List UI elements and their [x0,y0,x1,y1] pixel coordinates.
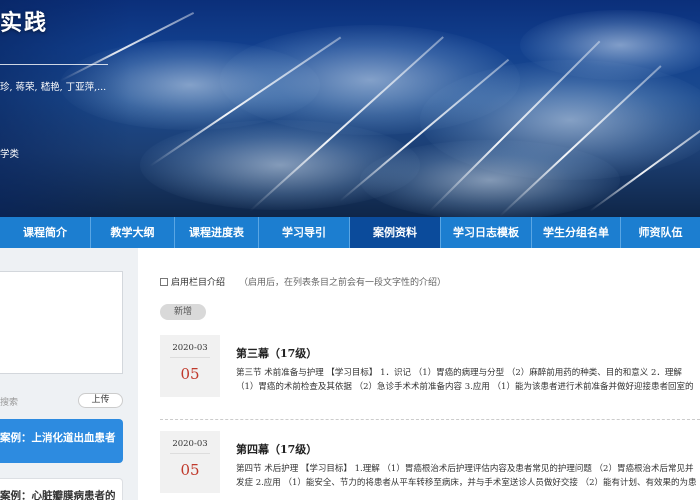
nav-study-guide[interactable]: 学习导引 [259,217,350,248]
entry-description: 第三节 术前准备与护理 【学习目标】 1．识记 （1）胃癌的病理与分型 （2）麻… [236,368,694,392]
course-category: 学类 [0,149,20,160]
nav-label: 案例资料 [373,226,417,239]
date-day: 05 [180,461,200,479]
course-title: 实践 [0,10,49,36]
nav-course-intro[interactable]: 课程简介 [0,217,91,248]
add-button[interactable]: 新增 [160,304,206,320]
nav-label: 课程简介 [23,226,67,239]
date-year-month: 2020-03 [172,343,208,353]
entry-title[interactable]: 第三幕（17级） [236,345,317,361]
date-year-month: 2020-03 [172,439,208,449]
nav-syllabus[interactable]: 教学大纲 [91,217,175,248]
date-badge: 2020-03 05 [160,335,220,397]
enable-intro-checkbox[interactable] [160,277,168,286]
main-content: 启用栏目介绍 （启用后，在列表条目之前会有一段文字性的介绍） 新增 2020-0… [138,248,700,500]
case-card[interactable]: 案例：心脏瓣膜病患者的 [0,478,123,500]
entry-divider [160,419,700,420]
left-sidebar: 搜索 上传 案例：上消化道出血患者 案例：心脏瓣膜病患者的 [0,248,138,500]
nav-label: 学习日志模板 [453,226,519,239]
course-nav: 课程简介 教学大纲 课程进度表 学习导引 案例资料 学习日志模板 学生分组名单 … [0,217,700,248]
nav-log-template[interactable]: 学习日志模板 [441,217,532,248]
nav-label: 课程进度表 [189,226,244,239]
nav-label: 教学大纲 [110,226,155,239]
nav-label: 师资队伍 [638,226,683,239]
nav-schedule[interactable]: 课程进度表 [175,217,259,248]
nav-case-materials[interactable]: 案例资料 [350,217,441,248]
enable-intro-row: 启用栏目介绍 （启用后，在列表条目之前会有一段文字性的介绍） [160,275,446,288]
date-day: 05 [180,365,200,383]
date-badge: 2020-03 05 [160,431,220,493]
case-card-active[interactable]: 案例：上消化道出血患者 [0,419,123,463]
upload-preview-area[interactable] [0,271,123,374]
nav-group-list[interactable]: 学生分组名单 [532,217,621,248]
nav-label: 学习导引 [282,226,326,239]
upload-button[interactable]: 上传 [78,393,123,408]
entry-description: 第四节 术后护理 【学习目标】 1.理解 （1）胃癌根治术后护理评估内容及患者常… [236,464,697,488]
entry-title[interactable]: 第四幕（17级） [236,441,317,457]
enable-intro-label[interactable]: 启用栏目介绍 [171,275,225,288]
enable-intro-hint: （启用后，在列表条目之前会有一段文字性的介绍） [239,278,447,288]
course-banner: 实践 珍, 蒋荣, 嵇艳, 丁亚萍,... 学类 [0,0,700,217]
course-teachers: 珍, 蒋荣, 嵇艳, 丁亚萍,... [0,82,107,93]
search-hint: 搜索 [0,398,19,408]
title-divider [0,64,108,65]
nav-label: 学生分组名单 [543,226,609,239]
nav-faculty[interactable]: 师资队伍 [621,217,700,248]
